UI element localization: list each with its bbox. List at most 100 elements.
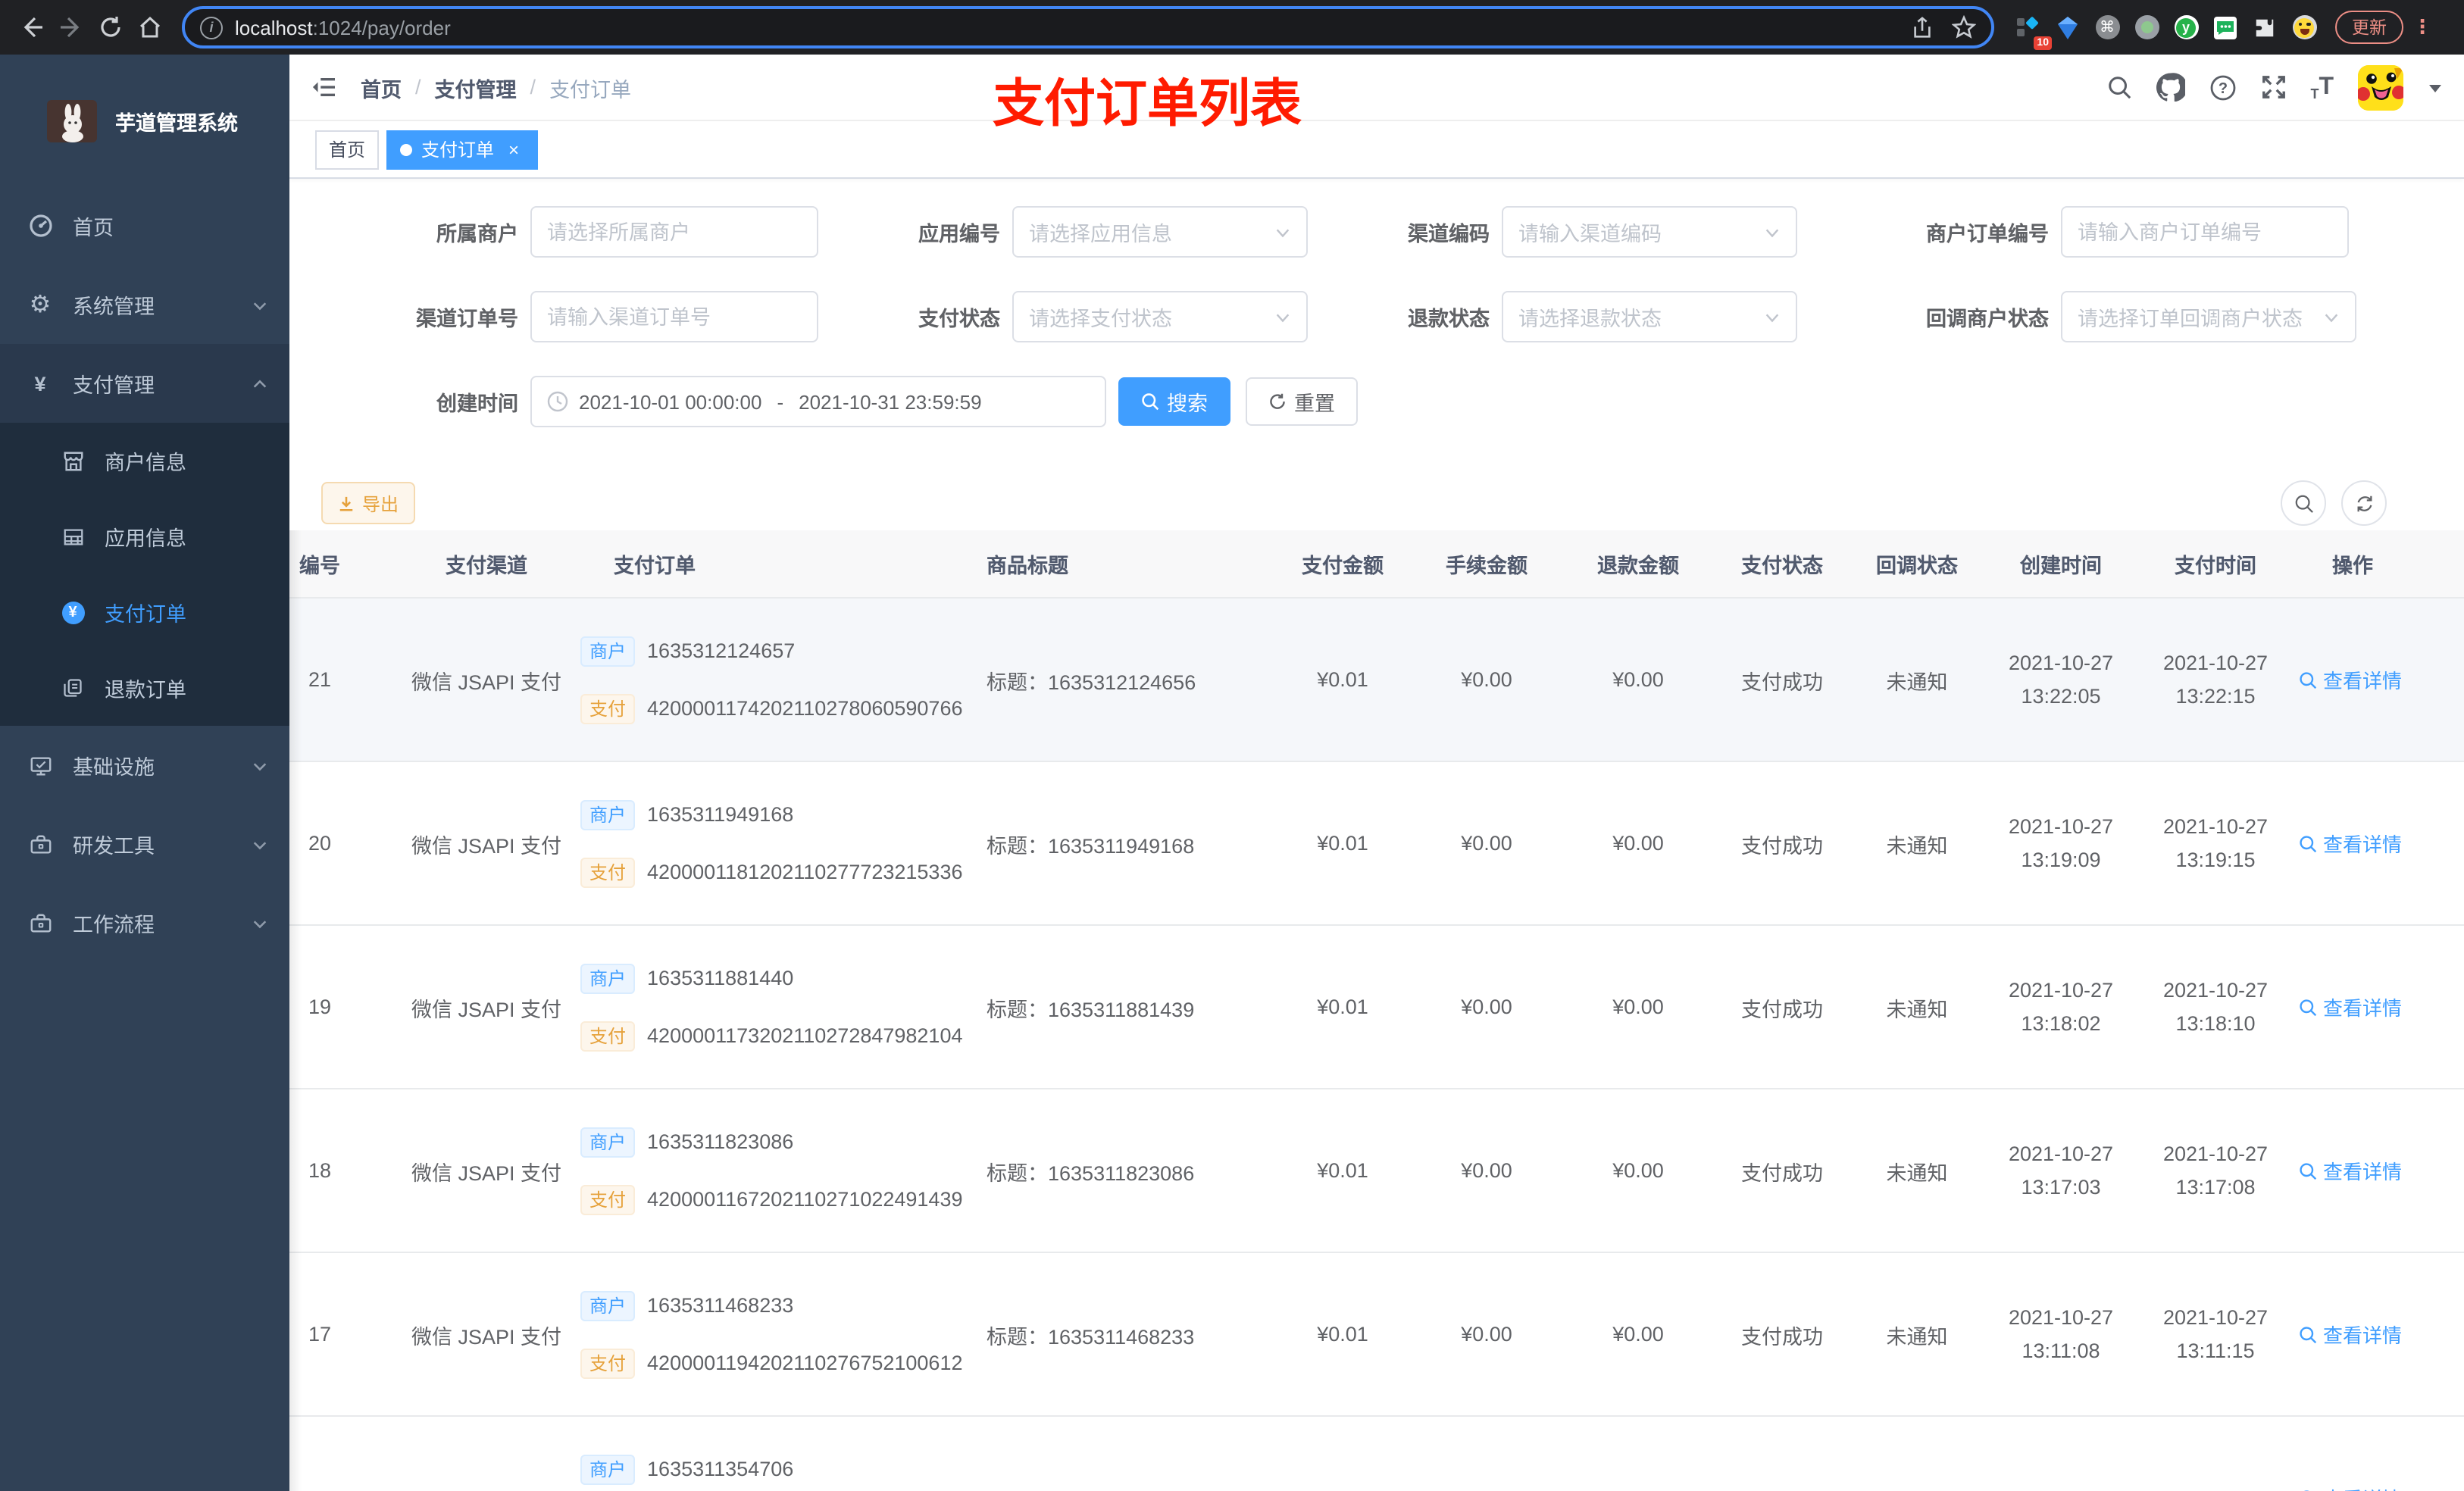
- callback-status-filter-label: 回调商户状态: [1926, 308, 2049, 330]
- view-detail-link[interactable]: 查看详情: [2299, 829, 2402, 858]
- view-detail-link[interactable]: 查看详情: [2299, 992, 2402, 1021]
- breadcrumb-pay[interactable]: 支付管理: [435, 72, 517, 102]
- reset-button[interactable]: 重置: [1246, 377, 1358, 426]
- tab-home[interactable]: 首页: [315, 130, 380, 169]
- app-logo[interactable]: 芋道管理系统: [0, 55, 289, 186]
- sidebar-item-pay[interactable]: ¥ 支付管理: [0, 344, 289, 423]
- sidebar-item-dev-tools[interactable]: 研发工具: [0, 805, 289, 883]
- merchant-order-no-filter-label: 商户订单编号: [1926, 223, 2049, 245]
- order-id: 20: [308, 832, 332, 855]
- close-tab-icon[interactable]: ×: [503, 139, 524, 160]
- sidebar-item-refund-order[interactable]: 退款订单: [0, 650, 289, 726]
- channel-order-no-input[interactable]: [547, 305, 802, 328]
- extension-command-icon[interactable]: ⌘: [2094, 14, 2120, 40]
- extension-y-icon[interactable]: y: [2173, 14, 2199, 40]
- refund-amount: ¥0.00: [1612, 1159, 1664, 1182]
- svg-text:?: ?: [2218, 80, 2227, 96]
- callback-status: 未通知: [1886, 834, 1948, 857]
- view-detail-link[interactable]: 查看详情: [2299, 1320, 2402, 1349]
- table-row: 21 微信 JSAPI 支付 商户 1635312124657 支付 42000…: [289, 599, 2464, 762]
- breadcrumb-home[interactable]: 首页: [361, 72, 402, 102]
- github-icon[interactable]: [2156, 73, 2185, 102]
- pay-amount: ¥0.01: [1317, 996, 1368, 1018]
- site-info-icon[interactable]: i: [200, 16, 223, 39]
- fee-amount: ¥0.00: [1461, 668, 1512, 691]
- table-row: 商户 1635311354706 支付 查看详情: [289, 1417, 2464, 1491]
- sidebar-item-home[interactable]: 首页: [0, 186, 289, 265]
- fee-amount: ¥0.00: [1461, 832, 1512, 855]
- browser-back-icon[interactable]: [12, 8, 52, 47]
- view-detail-link[interactable]: 查看详情: [2299, 1483, 2402, 1491]
- sidebar-item-merchant-info[interactable]: 商户信息: [0, 423, 289, 499]
- chevron-down-icon: [2323, 308, 2340, 325]
- breadcrumb: 首页 / 支付管理 / 支付订单: [361, 72, 631, 102]
- browser-menu-icon[interactable]: ⋮: [2412, 15, 2432, 39]
- sidebar-item-infra[interactable]: 基础设施: [0, 726, 289, 805]
- pay-status: 支付成功: [1741, 1161, 1823, 1184]
- extension-chat-icon[interactable]: [2212, 14, 2238, 40]
- search-button[interactable]: 搜索: [1118, 377, 1230, 426]
- app-filter-select[interactable]: 请选择应用信息: [1012, 206, 1308, 258]
- pay-channel: 微信 JSAPI 支付: [411, 1161, 561, 1184]
- avatar[interactable]: [2358, 64, 2403, 110]
- product-title: 标题：1635311881439: [987, 998, 1195, 1021]
- merchant-order-no-input[interactable]: [2078, 220, 2332, 243]
- view-detail-link[interactable]: 查看详情: [2299, 665, 2402, 694]
- refund-status-filter-select[interactable]: 请选择退款状态: [1502, 291, 1797, 342]
- show-search-button[interactable]: [2281, 480, 2326, 526]
- sidebar-item-pay-order[interactable]: ¥ 支付订单: [0, 574, 289, 650]
- sidebar-fold-icon[interactable]: [311, 76, 336, 98]
- extension-balloon-icon[interactable]: [2055, 14, 2081, 40]
- browser-reload-icon[interactable]: [91, 8, 130, 47]
- toolbox-icon: [27, 911, 53, 934]
- pay-tag: 支付: [580, 1348, 636, 1378]
- merchant-filter-input[interactable]: [547, 220, 802, 243]
- tab-pay-order[interactable]: 支付订单 ×: [386, 130, 539, 169]
- breadcrumb-current: 支付订单: [549, 78, 632, 101]
- rabbit-logo-icon: [47, 99, 97, 142]
- sidebar-item-app-info[interactable]: 应用信息: [0, 499, 289, 574]
- fullscreen-icon[interactable]: [2260, 74, 2286, 100]
- caret-down-icon[interactable]: [2428, 80, 2443, 95]
- create-time-range-picker[interactable]: 2021-10-01 00:00:00 - 2021-10-31 23:59:5…: [530, 376, 1106, 427]
- merchant-tag: 商户: [580, 1454, 636, 1484]
- clock-icon: [547, 391, 568, 412]
- pay-amount: ¥0.01: [1317, 1323, 1368, 1346]
- sidebar-item-workflow[interactable]: 工作流程: [0, 883, 289, 962]
- search-icon[interactable]: [2106, 74, 2131, 100]
- channel-code-filter-select[interactable]: 请输入渠道编码: [1502, 206, 1797, 258]
- export-button[interactable]: 导出: [321, 482, 416, 524]
- product-title: 标题：1635311468233: [987, 1325, 1195, 1348]
- navbar-actions: ? TT: [2106, 64, 2443, 110]
- chevron-down-icon: [252, 757, 268, 774]
- refresh-button[interactable]: [2341, 480, 2387, 526]
- refund-amount: ¥0.00: [1612, 832, 1664, 855]
- help-icon[interactable]: ?: [2209, 73, 2236, 101]
- browser-forward-icon[interactable]: [52, 8, 91, 47]
- share-icon[interactable]: [1911, 16, 1934, 39]
- table-row: 19 微信 JSAPI 支付 商户 1635311881440 支付 42000…: [289, 926, 2464, 1089]
- font-size-icon[interactable]: TT: [2310, 73, 2334, 101]
- browser-update-button[interactable]: 更新: [2335, 11, 2403, 44]
- channel-order-no-filter-label: 渠道订单号: [416, 308, 518, 330]
- sidebar-item-system[interactable]: ⚙ 系统管理: [0, 265, 289, 344]
- gear-icon: ⚙: [29, 292, 52, 318]
- extension-dot-icon[interactable]: [2134, 14, 2159, 40]
- extension-puzzle-icon[interactable]: [2252, 14, 2278, 40]
- merchant-tag: 商户: [580, 1127, 636, 1157]
- callback-status-filter-select[interactable]: 请选择订单回调商户状态: [2061, 291, 2356, 342]
- url-bar[interactable]: i localhost:1024/pay/order: [182, 6, 1994, 48]
- table-header-row: 编号 支付渠道 支付订单 商品标题 支付金额 手续金额 退款金额 支付状态 回调…: [289, 530, 2464, 599]
- col-header-channel: 支付渠道: [446, 555, 527, 577]
- bookmark-star-icon[interactable]: [1952, 15, 1976, 39]
- view-detail-link[interactable]: 查看详情: [2299, 1156, 2402, 1185]
- pay-status-filter-select[interactable]: 请选择支付状态: [1012, 291, 1308, 342]
- sidebar-submenu-pay: 商户信息 应用信息 ¥ 支付订单 退款订单: [0, 423, 289, 726]
- col-header-notify: 回调状态: [1876, 555, 1958, 577]
- fee-amount: ¥0.00: [1461, 1159, 1512, 1182]
- extension-diamond-icon[interactable]: 10: [2015, 14, 2052, 49]
- table-toolbar: 导出: [321, 480, 2464, 526]
- browser-home-icon[interactable]: [130, 8, 170, 47]
- extension-emoji-icon[interactable]: [2291, 14, 2317, 40]
- pay-channel: 微信 JSAPI 支付: [411, 670, 561, 693]
